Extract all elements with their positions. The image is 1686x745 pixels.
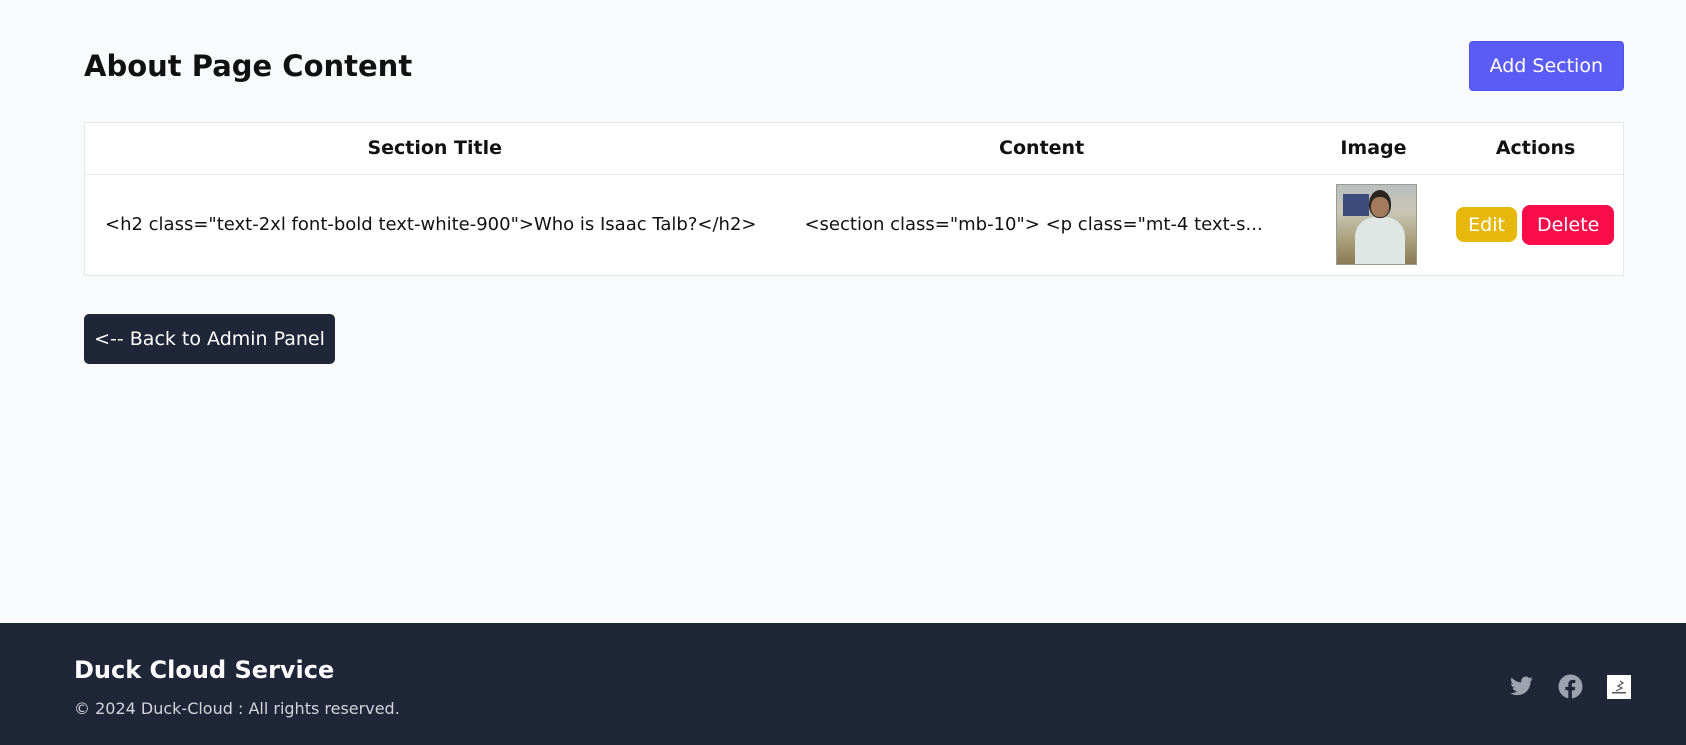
sections-table: Section Title Content Image Actions <h2 … — [84, 122, 1624, 276]
table-header-row: Section Title Content Image Actions — [85, 123, 1623, 174]
table-row: <h2 class="text-2xl font-bold text-white… — [85, 174, 1623, 275]
edit-button[interactable]: Edit — [1456, 207, 1517, 243]
social-links — [1509, 674, 1631, 699]
twitter-icon[interactable] — [1509, 674, 1534, 699]
column-header-actions: Actions — [1495, 137, 1576, 160]
facebook-icon[interactable] — [1558, 674, 1583, 699]
footer-copyright: © 2024 Duck-Cloud : All rights reserved. — [74, 699, 400, 718]
actions-cell: Edit Delete — [1448, 174, 1623, 275]
content-cell: <section class="mb-10"> <p class="mt-4 t… — [804, 214, 1263, 236]
column-header-content: Content — [999, 137, 1085, 160]
page-header: About Page Content Add Section — [84, 41, 1624, 91]
image-cell — [1299, 174, 1448, 275]
delete-button[interactable]: Delete — [1521, 204, 1615, 245]
add-section-button[interactable]: Add Section — [1468, 41, 1624, 91]
back-to-admin-button[interactable]: <-- Back to Admin Panel — [84, 314, 335, 364]
column-header-section-title: Section Title — [367, 137, 503, 160]
page-title: About Page Content — [84, 49, 413, 83]
footer: Duck Cloud Service © 2024 Duck-Cloud : A… — [0, 623, 1686, 745]
section-image-thumbnail — [1335, 184, 1417, 266]
column-header-image: Image — [1340, 137, 1407, 160]
site-logo-icon[interactable] — [1607, 674, 1631, 699]
main-content: About Page Content Add Section Section T… — [84, 41, 1624, 276]
section-title-cell: <h2 class="text-2xl font-bold text-white… — [105, 214, 757, 236]
footer-brand: Duck Cloud Service — [74, 656, 335, 684]
